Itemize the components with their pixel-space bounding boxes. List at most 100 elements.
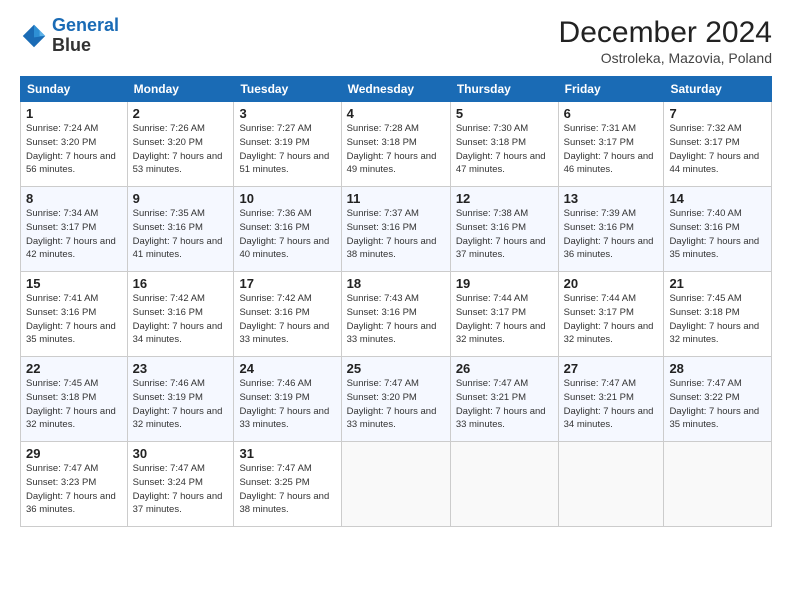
calendar-cell: 4 Sunrise: 7:28 AMSunset: 3:18 PMDayligh… [341,102,450,187]
calendar-cell: 26 Sunrise: 7:47 AMSunset: 3:21 PMDaylig… [450,357,558,442]
day-number: 5 [456,106,553,121]
calendar-cell: 7 Sunrise: 7:32 AMSunset: 3:17 PMDayligh… [664,102,772,187]
calendar-cell: 18 Sunrise: 7:43 AMSunset: 3:16 PMDaylig… [341,272,450,357]
day-info: Sunrise: 7:44 AMSunset: 3:17 PMDaylight:… [564,292,659,347]
weekday-wednesday: Wednesday [341,77,450,102]
calendar-cell: 17 Sunrise: 7:42 AMSunset: 3:16 PMDaylig… [234,272,341,357]
day-number: 26 [456,361,553,376]
day-info: Sunrise: 7:47 AMSunset: 3:21 PMDaylight:… [564,377,659,432]
month-title: December 2024 [559,16,772,50]
calendar-cell: 25 Sunrise: 7:47 AMSunset: 3:20 PMDaylig… [341,357,450,442]
calendar-cell: 29 Sunrise: 7:47 AMSunset: 3:23 PMDaylig… [21,442,128,527]
calendar: SundayMondayTuesdayWednesdayThursdayFrid… [20,76,772,527]
day-number: 22 [26,361,122,376]
calendar-cell: 11 Sunrise: 7:37 AMSunset: 3:16 PMDaylig… [341,187,450,272]
logo: General Blue [20,16,119,56]
calendar-cell: 9 Sunrise: 7:35 AMSunset: 3:16 PMDayligh… [127,187,234,272]
day-info: Sunrise: 7:26 AMSunset: 3:20 PMDaylight:… [133,122,229,177]
week-row-4: 22 Sunrise: 7:45 AMSunset: 3:18 PMDaylig… [21,357,772,442]
calendar-cell: 5 Sunrise: 7:30 AMSunset: 3:18 PMDayligh… [450,102,558,187]
week-row-2: 8 Sunrise: 7:34 AMSunset: 3:17 PMDayligh… [21,187,772,272]
day-number: 14 [669,191,766,206]
location: Ostroleka, Mazovia, Poland [559,50,772,66]
calendar-cell: 6 Sunrise: 7:31 AMSunset: 3:17 PMDayligh… [558,102,664,187]
page: General Blue December 2024 Ostroleka, Ma… [0,0,792,612]
day-info: Sunrise: 7:43 AMSunset: 3:16 PMDaylight:… [347,292,445,347]
calendar-cell: 15 Sunrise: 7:41 AMSunset: 3:16 PMDaylig… [21,272,128,357]
day-info: Sunrise: 7:36 AMSunset: 3:16 PMDaylight:… [239,207,335,262]
day-info: Sunrise: 7:46 AMSunset: 3:19 PMDaylight:… [133,377,229,432]
day-number: 29 [26,446,122,461]
day-number: 12 [456,191,553,206]
day-number: 10 [239,191,335,206]
day-number: 15 [26,276,122,291]
day-number: 13 [564,191,659,206]
day-info: Sunrise: 7:47 AMSunset: 3:23 PMDaylight:… [26,462,122,517]
day-info: Sunrise: 7:40 AMSunset: 3:16 PMDaylight:… [669,207,766,262]
calendar-cell: 16 Sunrise: 7:42 AMSunset: 3:16 PMDaylig… [127,272,234,357]
calendar-cell: 24 Sunrise: 7:46 AMSunset: 3:19 PMDaylig… [234,357,341,442]
calendar-cell: 28 Sunrise: 7:47 AMSunset: 3:22 PMDaylig… [664,357,772,442]
calendar-cell [558,442,664,527]
day-info: Sunrise: 7:24 AMSunset: 3:20 PMDaylight:… [26,122,122,177]
week-row-1: 1 Sunrise: 7:24 AMSunset: 3:20 PMDayligh… [21,102,772,187]
calendar-cell: 3 Sunrise: 7:27 AMSunset: 3:19 PMDayligh… [234,102,341,187]
day-number: 31 [239,446,335,461]
day-info: Sunrise: 7:42 AMSunset: 3:16 PMDaylight:… [239,292,335,347]
day-info: Sunrise: 7:47 AMSunset: 3:25 PMDaylight:… [239,462,335,517]
calendar-cell: 14 Sunrise: 7:40 AMSunset: 3:16 PMDaylig… [664,187,772,272]
day-info: Sunrise: 7:35 AMSunset: 3:16 PMDaylight:… [133,207,229,262]
calendar-cell: 27 Sunrise: 7:47 AMSunset: 3:21 PMDaylig… [558,357,664,442]
day-number: 16 [133,276,229,291]
calendar-cell: 2 Sunrise: 7:26 AMSunset: 3:20 PMDayligh… [127,102,234,187]
day-info: Sunrise: 7:28 AMSunset: 3:18 PMDaylight:… [347,122,445,177]
logo-text: General Blue [52,16,119,56]
calendar-cell [341,442,450,527]
calendar-cell: 22 Sunrise: 7:45 AMSunset: 3:18 PMDaylig… [21,357,128,442]
day-info: Sunrise: 7:39 AMSunset: 3:16 PMDaylight:… [564,207,659,262]
calendar-cell [450,442,558,527]
calendar-cell: 31 Sunrise: 7:47 AMSunset: 3:25 PMDaylig… [234,442,341,527]
day-number: 24 [239,361,335,376]
calendar-cell: 30 Sunrise: 7:47 AMSunset: 3:24 PMDaylig… [127,442,234,527]
day-number: 4 [347,106,445,121]
day-info: Sunrise: 7:44 AMSunset: 3:17 PMDaylight:… [456,292,553,347]
day-number: 1 [26,106,122,121]
day-info: Sunrise: 7:47 AMSunset: 3:22 PMDaylight:… [669,377,766,432]
day-number: 17 [239,276,335,291]
weekday-monday: Monday [127,77,234,102]
title-block: December 2024 Ostroleka, Mazovia, Poland [559,16,772,66]
weekday-thursday: Thursday [450,77,558,102]
week-row-5: 29 Sunrise: 7:47 AMSunset: 3:23 PMDaylig… [21,442,772,527]
day-info: Sunrise: 7:45 AMSunset: 3:18 PMDaylight:… [26,377,122,432]
day-info: Sunrise: 7:37 AMSunset: 3:16 PMDaylight:… [347,207,445,262]
day-info: Sunrise: 7:47 AMSunset: 3:21 PMDaylight:… [456,377,553,432]
day-number: 19 [456,276,553,291]
day-number: 28 [669,361,766,376]
day-info: Sunrise: 7:34 AMSunset: 3:17 PMDaylight:… [26,207,122,262]
day-info: Sunrise: 7:30 AMSunset: 3:18 PMDaylight:… [456,122,553,177]
header: General Blue December 2024 Ostroleka, Ma… [20,16,772,66]
day-info: Sunrise: 7:47 AMSunset: 3:20 PMDaylight:… [347,377,445,432]
day-info: Sunrise: 7:46 AMSunset: 3:19 PMDaylight:… [239,377,335,432]
day-info: Sunrise: 7:45 AMSunset: 3:18 PMDaylight:… [669,292,766,347]
calendar-cell [664,442,772,527]
day-info: Sunrise: 7:41 AMSunset: 3:16 PMDaylight:… [26,292,122,347]
weekday-header-row: SundayMondayTuesdayWednesdayThursdayFrid… [21,77,772,102]
day-info: Sunrise: 7:32 AMSunset: 3:17 PMDaylight:… [669,122,766,177]
calendar-cell: 23 Sunrise: 7:46 AMSunset: 3:19 PMDaylig… [127,357,234,442]
day-number: 9 [133,191,229,206]
day-number: 20 [564,276,659,291]
weekday-sunday: Sunday [21,77,128,102]
day-number: 27 [564,361,659,376]
day-info: Sunrise: 7:47 AMSunset: 3:24 PMDaylight:… [133,462,229,517]
day-info: Sunrise: 7:31 AMSunset: 3:17 PMDaylight:… [564,122,659,177]
day-number: 25 [347,361,445,376]
day-number: 21 [669,276,766,291]
day-number: 8 [26,191,122,206]
weekday-friday: Friday [558,77,664,102]
weekday-tuesday: Tuesday [234,77,341,102]
calendar-cell: 12 Sunrise: 7:38 AMSunset: 3:16 PMDaylig… [450,187,558,272]
day-number: 18 [347,276,445,291]
day-info: Sunrise: 7:38 AMSunset: 3:16 PMDaylight:… [456,207,553,262]
